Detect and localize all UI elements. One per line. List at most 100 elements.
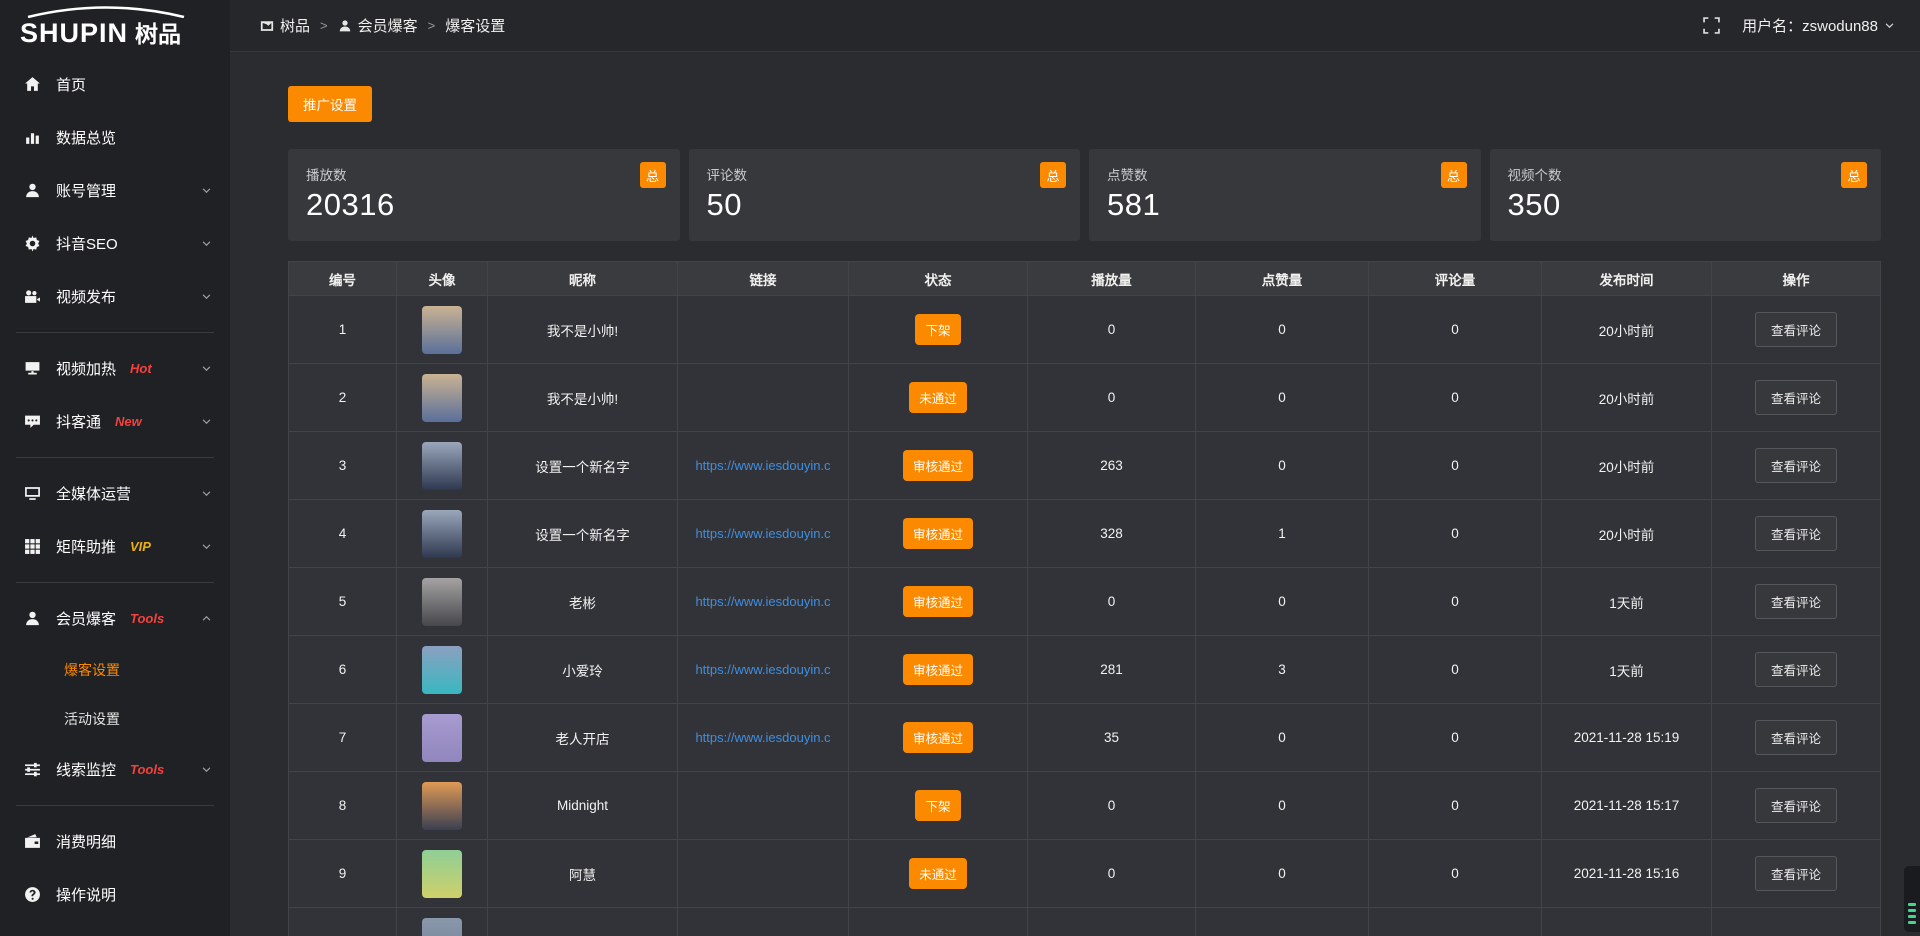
status-cell: 下架 — [849, 772, 1028, 840]
status-badge[interactable]: 未通过 — [909, 858, 967, 889]
screen-icon — [24, 360, 41, 377]
id-cell: 7 — [289, 704, 397, 772]
status-cell: 未通过 — [849, 840, 1028, 908]
avatar-cell — [397, 772, 488, 840]
sidebar-item-视频发布[interactable]: 视频发布 — [0, 270, 230, 323]
nickname-cell: 老彬 — [488, 568, 678, 636]
floating-widget[interactable] — [1904, 866, 1920, 932]
sidebar-item-label: 全媒体运营 — [56, 483, 131, 504]
view-comments-button[interactable]: 查看评论 — [1755, 856, 1837, 891]
sidebar-item-矩阵助推[interactable]: 矩阵助推VIP — [0, 520, 230, 573]
status-cell: 审核通过 — [849, 636, 1028, 704]
sidebar-item-数据总览[interactable]: 数据总览 — [0, 111, 230, 164]
sidebar-divider — [16, 805, 214, 806]
promo-settings-button[interactable]: 推广设置 — [288, 86, 372, 122]
app-logo: SHUPIN 树品 — [0, 0, 230, 48]
chevron-down-icon — [201, 416, 212, 427]
status-badge[interactable]: 未通过 — [909, 382, 967, 413]
sidebar-item-label: 矩阵助推 — [56, 536, 116, 557]
sidebar-item-账号管理[interactable]: 账号管理 — [0, 164, 230, 217]
fullscreen-icon[interactable] — [1703, 17, 1720, 34]
status-badge[interactable]: 审核通过 — [903, 518, 973, 549]
widget-bar — [1908, 909, 1916, 912]
status-badge[interactable]: 审核通过 — [903, 586, 973, 617]
breadcrumb-item-树品[interactable]: 树品 — [260, 15, 310, 36]
sidebar-item-tag: Tools — [130, 611, 164, 626]
stat-card-评论数: 评论数50总 — [689, 149, 1081, 241]
link-cell — [678, 772, 849, 840]
link-cell — [678, 840, 849, 908]
video-link[interactable]: https://www.iesdouyin.c — [695, 526, 830, 541]
action-cell — [1712, 908, 1881, 936]
video-link[interactable]: https://www.iesdouyin.c — [695, 662, 830, 677]
view-comments-button[interactable]: 查看评论 — [1755, 584, 1837, 619]
chevron-down-icon — [201, 238, 212, 249]
sidebar: SHUPIN 树品 首页数据总览账号管理抖音SEO视频发布视频加热Hot抖客通N… — [0, 0, 230, 936]
column-header-点赞量: 点赞量 — [1196, 262, 1369, 296]
help-icon — [24, 886, 41, 903]
link-cell — [678, 908, 849, 936]
chevron-down-icon — [201, 185, 212, 196]
view-comments-button[interactable]: 查看评论 — [1755, 788, 1837, 823]
view-comments-button[interactable]: 查看评论 — [1755, 652, 1837, 687]
nickname-cell: 设置一个新名字 — [488, 500, 678, 568]
breadcrumb-item-会员爆客[interactable]: 会员爆客 — [338, 15, 418, 36]
column-header-编号: 编号 — [289, 262, 397, 296]
likes-cell: 0 — [1196, 772, 1369, 840]
breadcrumb-label: 会员爆客 — [358, 15, 418, 36]
video-link[interactable]: https://www.iesdouyin.c — [695, 730, 830, 745]
status-badge[interactable]: 审核通过 — [903, 722, 973, 753]
chevron-down-icon — [201, 291, 212, 302]
plays-cell: 0 — [1028, 364, 1196, 432]
id-cell: 6 — [289, 636, 397, 704]
plays-cell: 35 — [1028, 704, 1196, 772]
status-badge[interactable]: 下架 — [915, 314, 960, 345]
avatar-cell — [397, 704, 488, 772]
sidebar-item-label: 操作说明 — [56, 884, 116, 905]
sidebar-item-首页[interactable]: 首页 — [0, 58, 230, 111]
sidebar-item-视频加热[interactable]: 视频加热Hot — [0, 342, 230, 395]
sidebar-item-线索监控[interactable]: 线索监控Tools — [0, 743, 230, 796]
stat-value: 350 — [1508, 187, 1864, 223]
video-link[interactable]: https://www.iesdouyin.c — [695, 594, 830, 609]
sidebar-item-会员爆客[interactable]: 会员爆客Tools — [0, 592, 230, 645]
avatar-cell — [397, 364, 488, 432]
table-row: 2我不是小帅!未通过00020小时前查看评论 — [289, 364, 1881, 432]
avatar-cell — [397, 296, 488, 364]
stat-card-点赞数: 点赞数581总 — [1089, 149, 1481, 241]
avatar — [422, 510, 462, 558]
user-menu[interactable]: 用户名：zswodun88 — [1742, 15, 1895, 36]
stat-label: 点赞数 — [1107, 164, 1463, 184]
avatar-cell — [397, 568, 488, 636]
action-cell: 查看评论 — [1712, 840, 1881, 908]
view-comments-button[interactable]: 查看评论 — [1755, 448, 1837, 483]
sidebar-item-操作说明[interactable]: 操作说明 — [0, 868, 230, 921]
status-badge[interactable]: 审核通过 — [903, 450, 973, 481]
comments-cell: 0 — [1369, 296, 1542, 364]
status-badge[interactable]: 下架 — [915, 790, 960, 821]
sidebar-item-消费明细[interactable]: 消费明细 — [0, 815, 230, 868]
view-comments-button[interactable]: 查看评论 — [1755, 516, 1837, 551]
time-cell: 20小时前 — [1542, 432, 1712, 500]
sidebar-item-tag: Hot — [130, 361, 152, 376]
video-link[interactable]: https://www.iesdouyin.c — [695, 458, 830, 473]
user-icon — [338, 19, 352, 33]
table-row: 9阿慧未通过0002021-11-28 15:16查看评论 — [289, 840, 1881, 908]
nickname-cell: Midnight — [488, 772, 678, 840]
stat-card-视频个数: 视频个数350总 — [1490, 149, 1882, 241]
status-badge[interactable]: 审核通过 — [903, 654, 973, 685]
view-comments-button[interactable]: 查看评论 — [1755, 380, 1837, 415]
time-cell: 20小时前 — [1542, 500, 1712, 568]
sidebar-subitem-爆客设置[interactable]: 爆客设置 — [0, 645, 230, 694]
content: 推广设置 播放数20316总评论数50总点赞数581总视频个数350总 编号头像… — [230, 52, 1920, 936]
view-comments-button[interactable]: 查看评论 — [1755, 720, 1837, 755]
sidebar-item-抖音SEO[interactable]: 抖音SEO — [0, 217, 230, 270]
table-row: 3设置一个新名字https://www.iesdouyin.c审核通过26300… — [289, 432, 1881, 500]
likes-cell: 1 — [1196, 500, 1369, 568]
sidebar-item-label: 首页 — [56, 74, 86, 95]
sidebar-subitem-活动设置[interactable]: 活动设置 — [0, 694, 230, 743]
sidebar-item-抖客通[interactable]: 抖客通New — [0, 395, 230, 448]
view-comments-button[interactable]: 查看评论 — [1755, 312, 1837, 347]
sidebar-item-全媒体运营[interactable]: 全媒体运营 — [0, 467, 230, 520]
link-cell: https://www.iesdouyin.c — [678, 704, 849, 772]
